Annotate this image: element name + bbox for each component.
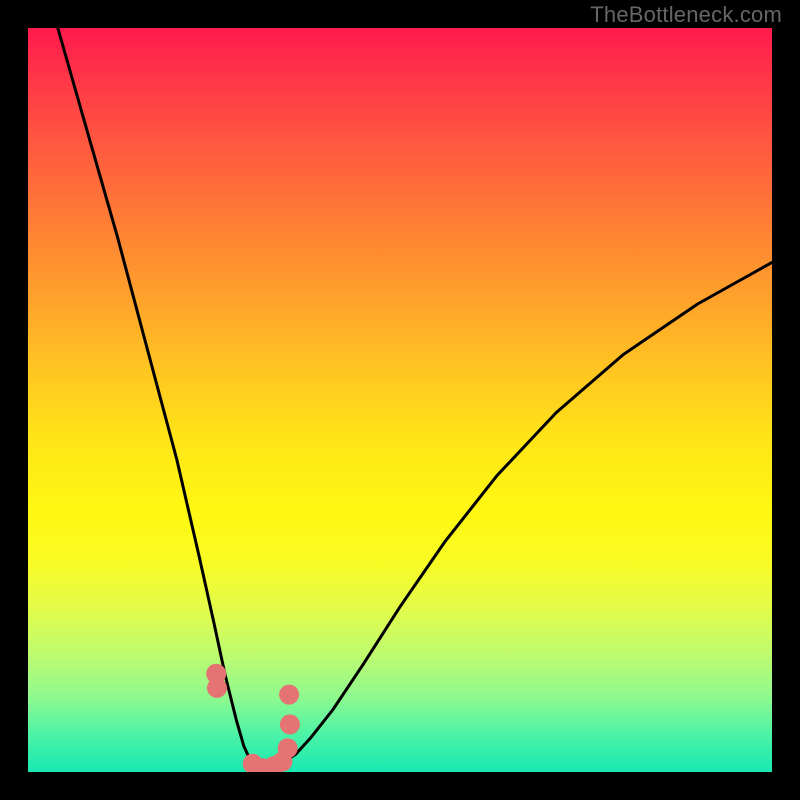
watermark-text: TheBottleneck.com bbox=[590, 2, 782, 28]
chart-container: TheBottleneck.com bbox=[0, 0, 800, 800]
marker-points-group bbox=[206, 664, 300, 772]
marker-point bbox=[278, 738, 298, 758]
marker-point bbox=[207, 678, 227, 698]
marker-point bbox=[280, 714, 300, 734]
marker-point bbox=[279, 685, 299, 705]
bottleneck-curve bbox=[58, 28, 772, 768]
chart-svg bbox=[28, 28, 772, 772]
plot-area bbox=[28, 28, 772, 772]
